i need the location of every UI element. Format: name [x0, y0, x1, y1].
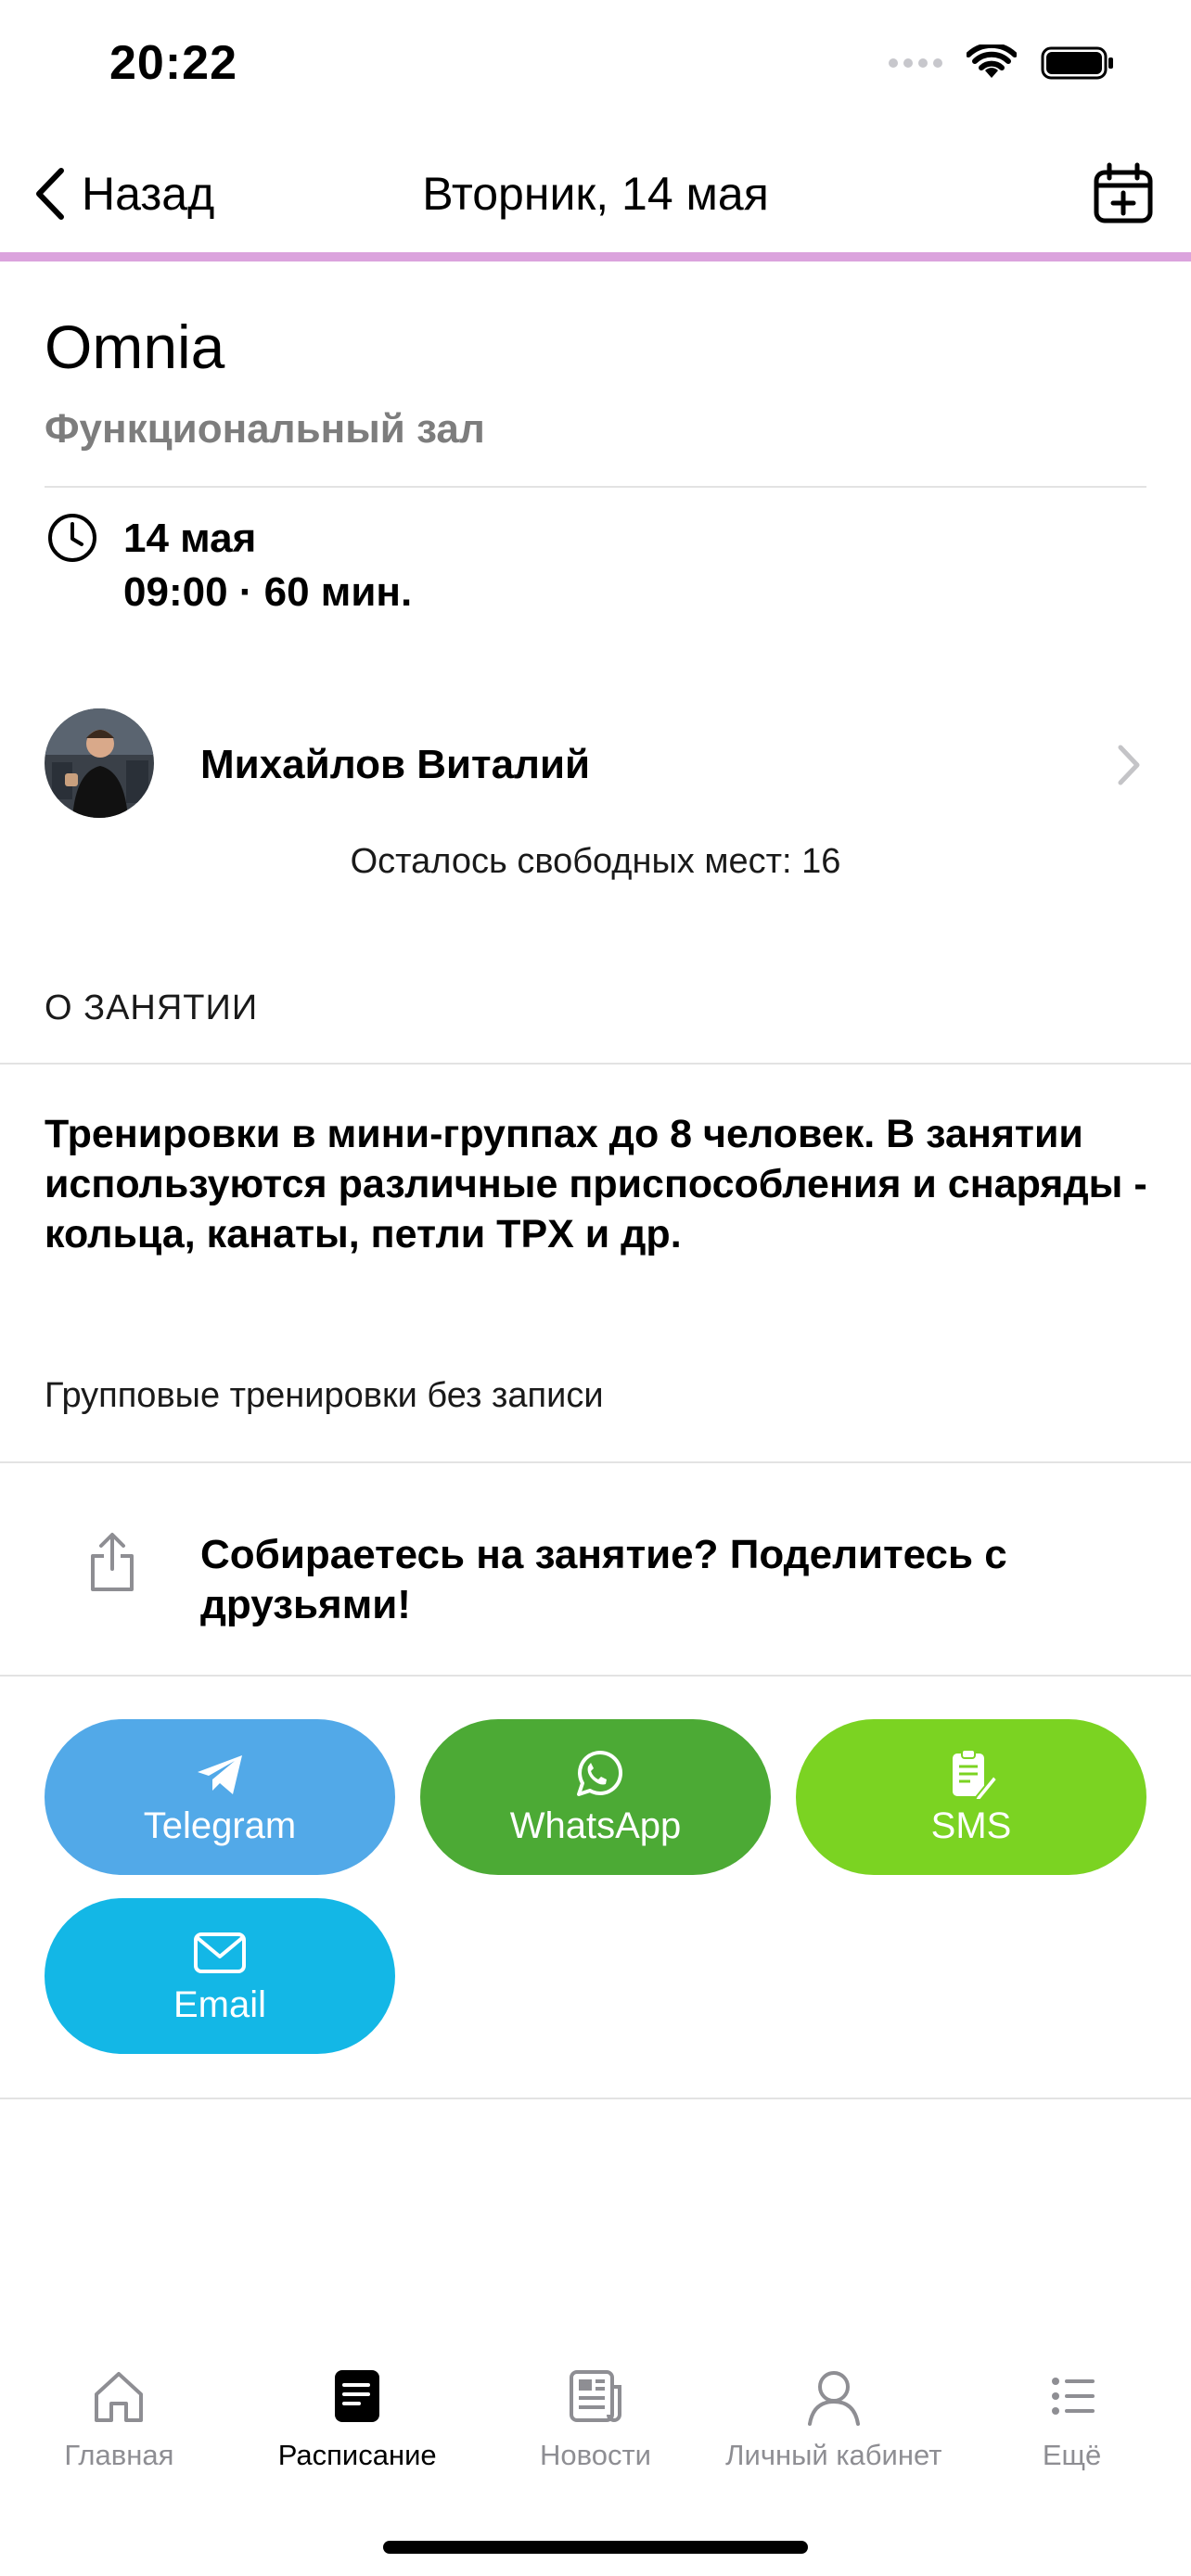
tab-more[interactable]: Ещё [953, 2350, 1191, 2498]
tab-label: Личный кабинет [725, 2439, 942, 2471]
group-note: Групповые тренировки без записи [45, 1376, 604, 1415]
telegram-icon [198, 1754, 242, 1794]
sms-icon [953, 1748, 999, 1800]
share-icon [91, 1533, 134, 1591]
tab-home[interactable]: Главная [0, 2350, 238, 2498]
navigation-bar: Назад Вторник, 14 мая [0, 139, 1191, 254]
more-icon [1051, 2378, 1095, 2415]
class-title: Omnia [45, 312, 225, 381]
cellular-signal-icon [889, 58, 942, 68]
share-prompt-text: Собираетесь на занятие? Поделитесь с дру… [200, 1532, 1007, 1627]
tab-label: Ещё [1042, 2439, 1102, 2471]
divider [0, 2098, 1191, 2099]
trainer-name: Михайлов Виталий [200, 742, 591, 787]
free-spots: Осталось свободных мест: 16 [350, 842, 841, 881]
whatsapp-icon [577, 1750, 623, 1796]
add-to-calendar-icon[interactable] [1091, 161, 1156, 226]
share-email-button[interactable]: Email [45, 1898, 395, 2054]
divider [45, 486, 1146, 488]
share-sms-button[interactable]: SMS [796, 1719, 1146, 1875]
status-bar: 20:22 [0, 0, 1191, 139]
home-icon [95, 2372, 144, 2422]
class-room: Функциональный зал [45, 406, 485, 452]
email-icon [194, 1932, 246, 1973]
tab-profile[interactable]: Личный кабинет [714, 2350, 953, 2498]
tab-label: Главная [64, 2439, 174, 2471]
class-date: 14 мая [123, 516, 257, 561]
tab-news[interactable]: Новости [477, 2350, 715, 2498]
class-time: 09:00 · 60 мин. [123, 569, 413, 615]
share-button-label: Telegram [143, 1804, 297, 1846]
status-icons [889, 45, 1115, 82]
profile-icon [807, 2371, 860, 2426]
page-title: Вторник, 14 мая [422, 168, 769, 220]
share-button-label: WhatsApp [509, 1804, 682, 1846]
battery-icon [1041, 46, 1113, 80]
share-prompt-row: Собираетесь на занятие? Поделитесь с дру… [0, 1463, 1191, 1675]
trainer-row[interactable]: Михайлов Виталий [0, 703, 1191, 829]
tab-label: Расписание [277, 2439, 437, 2471]
accent-divider [0, 252, 1191, 261]
tab-bar: Главная Расписание Новости Личный кабине… [0, 2350, 1191, 2498]
news-icon [569, 2370, 621, 2422]
share-button-label: Email [173, 1983, 267, 2025]
home-indicator [383, 2541, 808, 2554]
section-header-about: О ЗАНЯТИИ [45, 988, 259, 1027]
chevron-right-icon [1118, 745, 1140, 785]
share-button-label: SMS [930, 1804, 1012, 1846]
share-telegram-button[interactable]: Telegram [45, 1719, 395, 1875]
class-description: Тренировки в мини-группах до 8 человек. … [45, 1112, 1147, 1256]
tab-schedule[interactable]: Расписание [238, 2350, 477, 2498]
trainer-avatar [45, 708, 154, 818]
share-whatsapp-button[interactable]: WhatsApp [420, 1719, 771, 1875]
tab-label: Новости [539, 2439, 651, 2471]
wifi-icon [967, 45, 1017, 78]
status-time: 20:22 [109, 36, 237, 90]
schedule-icon [335, 2370, 380, 2422]
divider [0, 1675, 1191, 1677]
clock-icon [48, 514, 96, 562]
divider [0, 1063, 1191, 1065]
